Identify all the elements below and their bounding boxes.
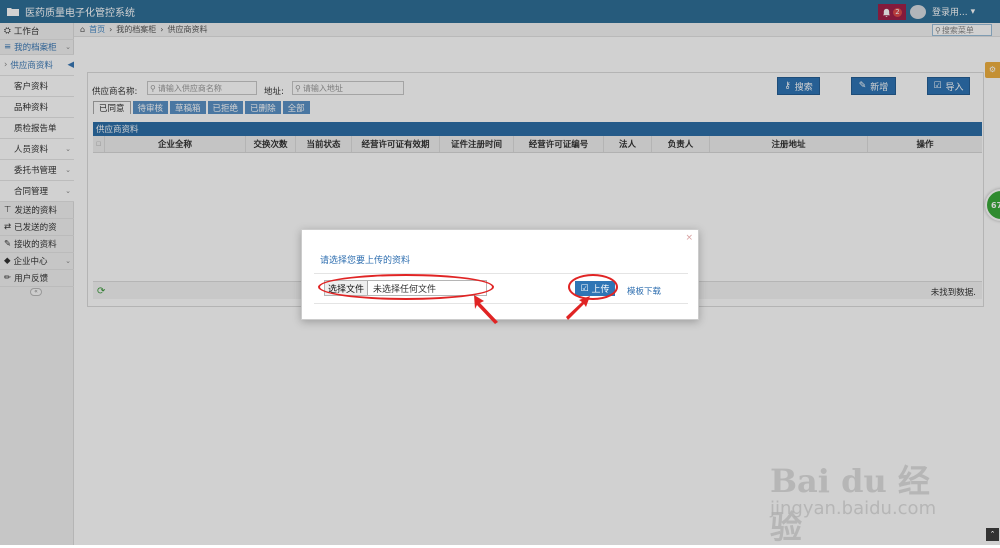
scroll-top-button[interactable]: ⌃	[986, 528, 999, 541]
modal-title: 请选择您要上传的资料	[320, 256, 411, 266]
watermark-url: jingyan.baidu.com	[770, 498, 937, 519]
annotation-arrow-icon	[566, 296, 590, 320]
template-download-link[interactable]: 模板下载	[627, 285, 661, 297]
baidu-watermark: Bai du 经验 jingyan.baidu.com	[770, 436, 945, 546]
close-icon[interactable]: ×	[685, 233, 693, 243]
double-chevron-up-icon: ⌃	[989, 530, 996, 538]
divider	[314, 273, 688, 274]
annotation-arrow-icon	[474, 295, 498, 324]
highlight-ellipse	[318, 274, 494, 300]
